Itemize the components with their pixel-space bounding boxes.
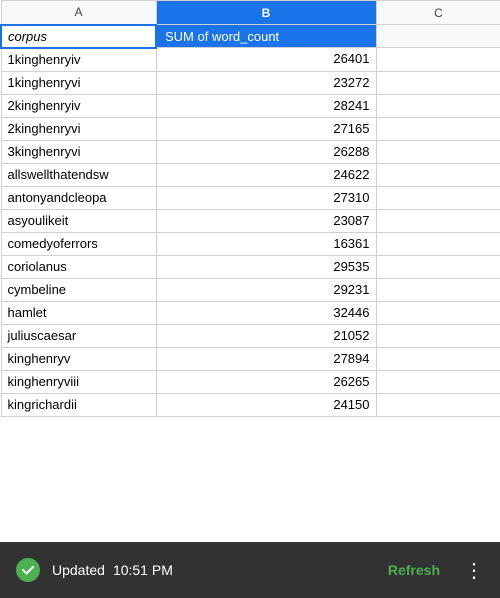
corpus-cell: 1kinghenryvi: [1, 71, 156, 94]
table-row: 2kinghenryiv28241: [1, 94, 500, 117]
corpus-cell: cymbeline: [1, 278, 156, 301]
pivot-header-row: corpus SUM of word_count: [1, 25, 500, 48]
corpus-cell: juliuscaesar: [1, 324, 156, 347]
refresh-button[interactable]: Refresh: [388, 562, 440, 578]
empty-cell-c: [376, 393, 500, 416]
wordcount-cell: 16361: [156, 232, 376, 255]
corpus-cell: asyoulikeit: [1, 209, 156, 232]
wordcount-cell: 23087: [156, 209, 376, 232]
corpus-cell: 2kinghenryiv: [1, 94, 156, 117]
wordcount-cell: 26265: [156, 370, 376, 393]
check-icon: [16, 558, 40, 582]
table-row: allswellthatendsw24622: [1, 163, 500, 186]
toast-updated-label: Updated: [52, 562, 105, 578]
empty-cell-c: [376, 347, 500, 370]
spreadsheet: A B C corpus SUM of word_count 1kinghenr…: [0, 0, 500, 417]
wordcount-header: SUM of word_count: [156, 25, 376, 48]
wordcount-cell: 24622: [156, 163, 376, 186]
corpus-cell: 3kinghenryvi: [1, 140, 156, 163]
empty-cell-c: [376, 232, 500, 255]
table-row: comedyoferrors16361: [1, 232, 500, 255]
table-row: asyoulikeit23087: [1, 209, 500, 232]
col-c-header: C: [376, 1, 500, 25]
table-row: hamlet32446: [1, 301, 500, 324]
corpus-header: corpus: [1, 25, 156, 48]
corpus-cell: allswellthatendsw: [1, 163, 156, 186]
col-b-header: B: [156, 1, 376, 25]
wordcount-cell: 24150: [156, 393, 376, 416]
empty-cell-c: [376, 140, 500, 163]
more-options-button[interactable]: ⋮: [464, 558, 484, 583]
corpus-cell: antonyandcleopa: [1, 186, 156, 209]
wordcount-cell: 23272: [156, 71, 376, 94]
toast-notification: Updated 10:51 PM Refresh ⋮: [0, 542, 500, 598]
table-row: kinghenryviii26265: [1, 370, 500, 393]
empty-cell-c: [376, 94, 500, 117]
wordcount-cell: 29231: [156, 278, 376, 301]
empty-cell-c: [376, 48, 500, 72]
wordcount-cell: 26401: [156, 48, 376, 72]
corpus-cell: coriolanus: [1, 255, 156, 278]
table-row: coriolanus29535: [1, 255, 500, 278]
table-row: 1kinghenryiv26401: [1, 48, 500, 72]
col-a-header: A: [1, 1, 156, 25]
wordcount-cell: 28241: [156, 94, 376, 117]
toast-time: 10:51 PM: [113, 562, 173, 578]
wordcount-cell: 26288: [156, 140, 376, 163]
corpus-cell: 2kinghenryvi: [1, 117, 156, 140]
empty-cell-c: [376, 186, 500, 209]
table-row: 1kinghenryvi23272: [1, 71, 500, 94]
corpus-cell: hamlet: [1, 301, 156, 324]
table-row: 2kinghenryvi27165: [1, 117, 500, 140]
table-row: cymbeline29231: [1, 278, 500, 301]
wordcount-cell: 27310: [156, 186, 376, 209]
table-row: juliuscaesar21052: [1, 324, 500, 347]
empty-header-c: [376, 25, 500, 48]
corpus-cell: comedyoferrors: [1, 232, 156, 255]
wordcount-cell: 27894: [156, 347, 376, 370]
empty-cell-c: [376, 278, 500, 301]
empty-cell-c: [376, 163, 500, 186]
wordcount-cell: 32446: [156, 301, 376, 324]
empty-cell-c: [376, 324, 500, 347]
empty-cell-c: [376, 71, 500, 94]
wordcount-cell: 27165: [156, 117, 376, 140]
empty-cell-c: [376, 209, 500, 232]
toast-text: Updated 10:51 PM: [52, 562, 376, 578]
wordcount-cell: 21052: [156, 324, 376, 347]
table-row: 3kinghenryvi26288: [1, 140, 500, 163]
empty-cell-c: [376, 370, 500, 393]
corpus-cell: kinghenryviii: [1, 370, 156, 393]
corpus-cell: 1kinghenryiv: [1, 48, 156, 72]
table-row: antonyandcleopa27310: [1, 186, 500, 209]
empty-cell-c: [376, 301, 500, 324]
empty-cell-c: [376, 255, 500, 278]
empty-cell-c: [376, 117, 500, 140]
table-row: kinghenryv27894: [1, 347, 500, 370]
table-row: kingrichardii24150: [1, 393, 500, 416]
corpus-cell: kingrichardii: [1, 393, 156, 416]
wordcount-cell: 29535: [156, 255, 376, 278]
corpus-cell: kinghenryv: [1, 347, 156, 370]
